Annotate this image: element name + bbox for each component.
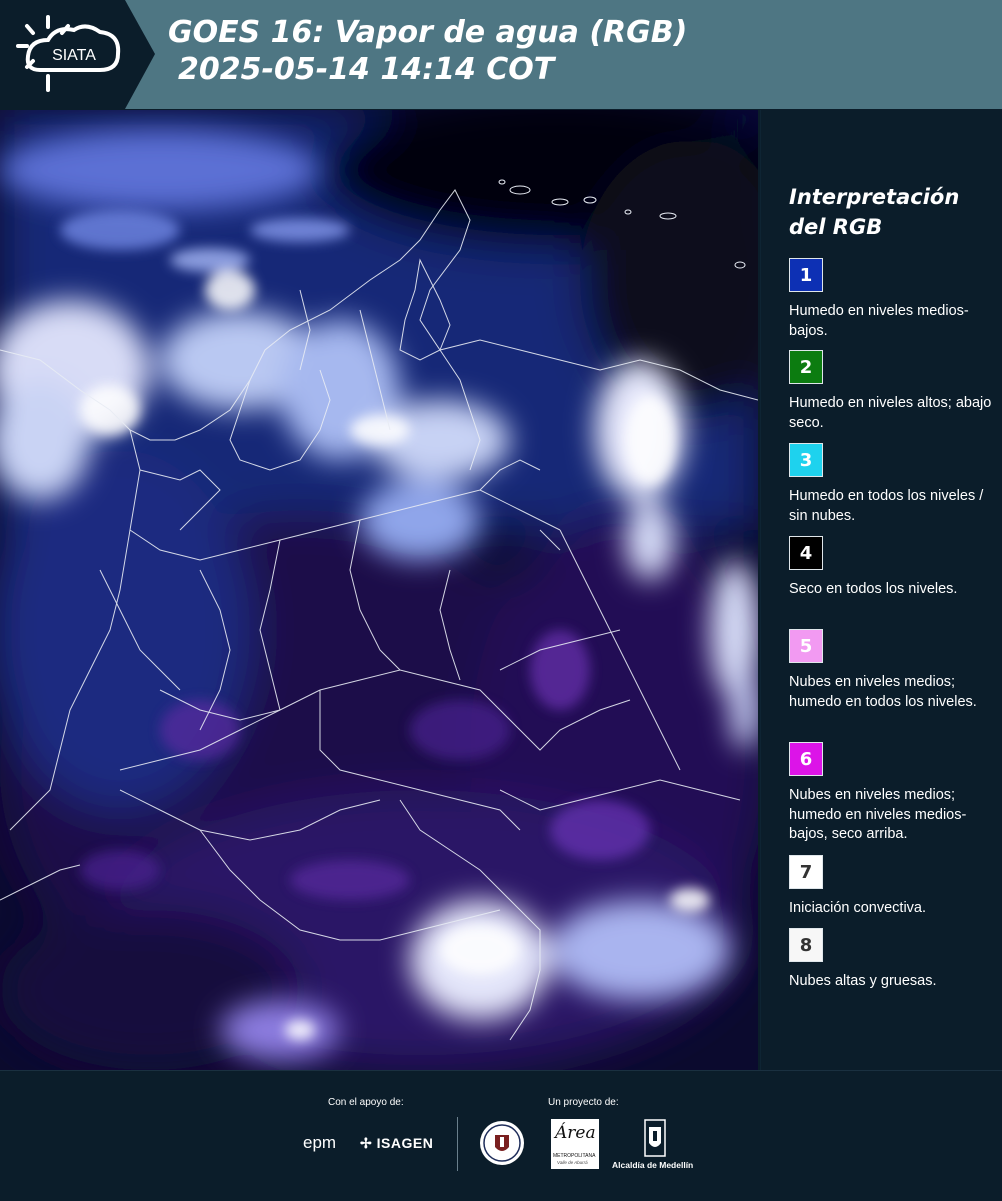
legend-swatch-6: 6 [789, 742, 823, 776]
legend-title: Interpretación del RGB [789, 182, 999, 242]
legend-item-3: 3 Humedo en todos los niveles / sin nube… [789, 443, 999, 526]
legend-label-1: Humedo en niveles medios-bajos. [789, 303, 969, 339]
area-logo-subtitle-2: Valle de Aburrá [557, 1160, 588, 1165]
legend-label-6: Nubes en niveles medios; humedo en nivel… [789, 787, 967, 842]
satellite-image [0, 110, 758, 1070]
area-logo-subtitle: METROPOLITANA [553, 1153, 596, 1159]
antioquia-seal-icon [480, 1121, 524, 1165]
legend-swatch-7: 7 [789, 855, 823, 889]
rgb-legend: Interpretación del RGB 1 Humedo en nivel… [760, 110, 1002, 1070]
legend-item-2: 2 Humedo en niveles altos; abajo seco. [789, 350, 999, 433]
legend-item-1: 1 Humedo en niveles medios-bajos. [789, 258, 999, 341]
legend-label-7: Iniciación convectiva. [789, 900, 927, 916]
legend-label-5: Nubes en niveles medios; humedo en todos… [789, 674, 977, 710]
legend-swatch-1: 1 [789, 258, 823, 292]
legend-label-2: Humedo en niveles altos; abajo seco. [789, 395, 992, 431]
alcaldia-emblem-icon [644, 1119, 666, 1157]
legend-item-7: 7 Iniciación convectiva. [789, 855, 999, 919]
legend-title-line-2: del RGB [789, 215, 883, 239]
title-line-2: 2025-05-14 14:14 COT [178, 52, 555, 87]
legend-swatch-8: 8 [789, 928, 823, 962]
project-label: Un proyecto de: [548, 1097, 619, 1108]
isagen-label: ISAGEN [376, 1135, 434, 1151]
siata-logo: SIATA [0, 0, 155, 109]
legend-title-line-1: Interpretación [789, 185, 960, 209]
legend-swatch-2: 2 [789, 350, 823, 384]
isagen-icon: ✢ [360, 1135, 373, 1151]
isagen-logo: ✢ ISAGEN [360, 1135, 433, 1152]
legend-item-8: 8 Nubes altas y gruesas. [789, 928, 999, 992]
legend-item-6: 6 Nubes en niveles medios; humedo en niv… [789, 742, 999, 845]
legend-swatch-3: 3 [789, 443, 823, 477]
footer-divider [457, 1117, 458, 1171]
legend-label-3: Humedo en todos los niveles / sin nubes. [789, 488, 984, 524]
area-metropolitana-logo: Área METROPOLITANA Valle de Aburrá [551, 1119, 599, 1169]
area-logo-title: Área [555, 1123, 596, 1143]
legend-swatch-4: 4 [789, 536, 823, 570]
footer: Con el apoyo de: Un proyecto de: epm ✢ I… [0, 1070, 1002, 1201]
legend-item-5: 5 Nubes en niveles medios; humedo en tod… [789, 629, 999, 712]
alcaldia-label: Alcaldía de Medellín [612, 1160, 694, 1170]
title-line-1: GOES 16: Vapor de agua (RGB) [168, 15, 688, 50]
support-label: Con el apoyo de: [328, 1097, 404, 1108]
legend-label-8: Nubes altas y gruesas. [789, 973, 937, 989]
siata-logo-text: SIATA [52, 47, 96, 64]
epm-logo: epm [303, 1133, 337, 1152]
legend-item-4: 4 Seco en todos los niveles. [789, 536, 999, 600]
legend-label-4: Seco en todos los niveles. [789, 581, 958, 597]
legend-swatch-5: 5 [789, 629, 823, 663]
page-title: GOES 16: Vapor de agua (RGB) 2025-05-14 … [168, 14, 687, 88]
header-bar: SIATA GOES 16: Vapor de agua (RGB) 2025-… [0, 0, 1002, 109]
